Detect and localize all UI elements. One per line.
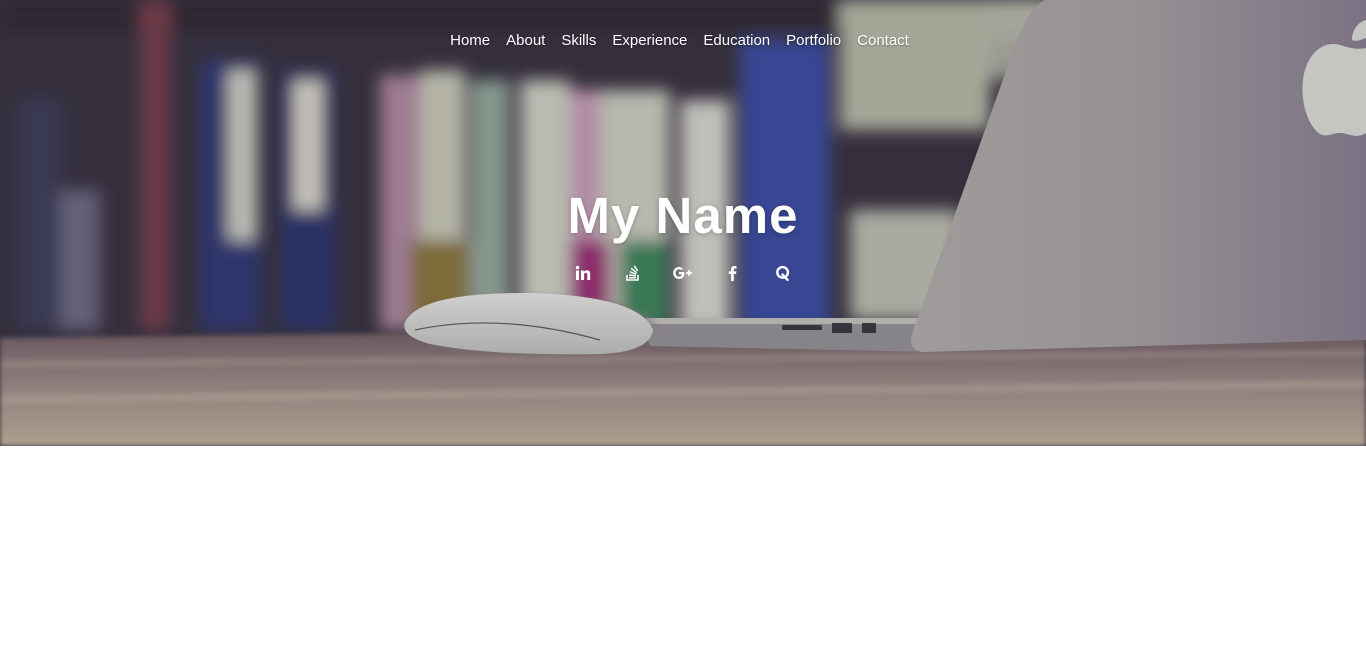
nav-item-skills[interactable]: Skills (561, 32, 596, 50)
social-links (0, 262, 1366, 284)
nav-item-education[interactable]: Education (703, 32, 770, 50)
google-plus-icon[interactable] (671, 262, 695, 284)
quora-icon[interactable] (771, 262, 795, 284)
facebook-icon[interactable] (721, 262, 745, 284)
content-area (0, 446, 1366, 657)
nav-item-about[interactable]: About (506, 32, 545, 50)
stackoverflow-icon[interactable] (621, 262, 645, 284)
nav-item-contact[interactable]: Contact (857, 32, 909, 50)
main-nav: Home About Skills Experience Education P… (0, 32, 1366, 50)
nav-item-experience[interactable]: Experience (612, 32, 687, 50)
linkedin-icon[interactable] (571, 262, 595, 284)
nav-item-portfolio[interactable]: Portfolio (786, 32, 841, 50)
nav-item-home[interactable]: Home (450, 32, 490, 50)
hero-title: My Name (567, 187, 799, 244)
hero-section: Home About Skills Experience Education P… (0, 0, 1366, 446)
